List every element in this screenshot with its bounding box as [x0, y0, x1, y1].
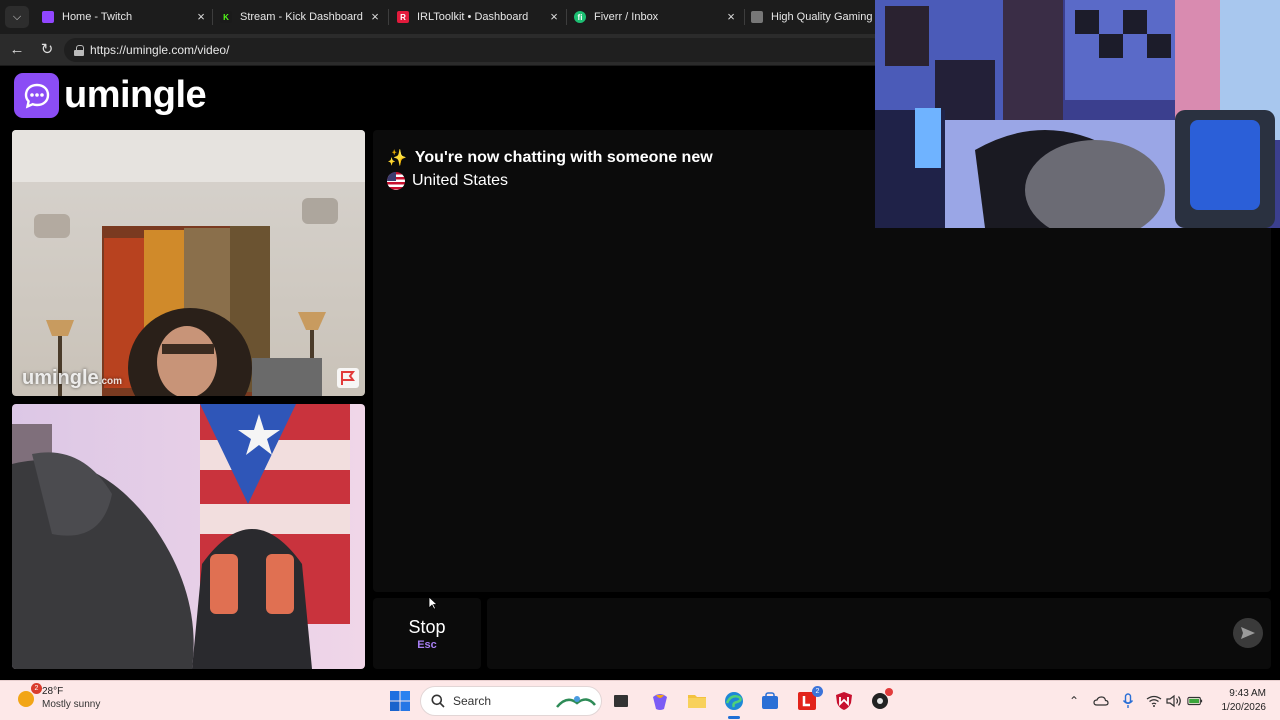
screen: ⌵ Home - Twitch × K Stream - Kick Dashbo… — [0, 0, 1280, 720]
mcafee-shield-icon — [836, 692, 852, 710]
close-tab-icon[interactable]: × — [547, 9, 561, 25]
sparkles-icon: ✨ — [387, 150, 407, 167]
tab-gaming[interactable]: High Quality Gaming Ge — [751, 0, 875, 34]
system-message-text: You're now chatting with someone new — [414, 149, 713, 166]
tab-fiverr[interactable]: fi Fiverr / Inbox × — [574, 0, 738, 34]
tab-kick[interactable]: K Stream - Kick Dashboard × — [220, 0, 382, 34]
streamer-webcam-overlay — [875, 0, 1280, 228]
irltoolkit-icon: R — [397, 11, 409, 23]
stranger-video: umingle.com — [12, 130, 365, 396]
mouse-cursor-icon — [428, 596, 438, 610]
logo-text: umingle — [64, 74, 207, 116]
clock-date: 1/20/2026 — [1221, 702, 1267, 713]
close-tab-icon[interactable]: × — [194, 9, 208, 25]
weather-widget[interactable]: 2 28°F Mostly sunny — [14, 683, 101, 711]
notification-badge: 2 — [812, 686, 823, 697]
stranger-video-feed — [12, 130, 365, 396]
battery-tray-icon[interactable] — [1187, 693, 1203, 709]
search-icon — [431, 694, 445, 708]
status-dot — [885, 688, 893, 696]
reload-icon: ↻ — [40, 41, 54, 58]
reload-button[interactable]: ↻ — [37, 40, 57, 60]
report-flag-icon[interactable] — [337, 368, 359, 388]
mcafee-button[interactable] — [832, 689, 856, 713]
task-view-button[interactable] — [609, 689, 633, 713]
address-bar[interactable]: https://umingle.com/video/ — [64, 38, 884, 62]
microphone-icon — [1122, 693, 1134, 708]
fiverr-icon: fi — [574, 11, 586, 23]
umingle-watermark: umingle.com — [22, 367, 123, 389]
windows-taskbar: 2 28°F Mostly sunny Search 2 ⌃ 9:43 AM 1… — [0, 680, 1280, 720]
speaker-icon — [1166, 694, 1181, 708]
chevron-up-icon: ⌃ — [1068, 694, 1080, 708]
tab-label: High Quality Gaming Ge — [771, 11, 875, 23]
back-button[interactable]: ← — [7, 40, 27, 60]
stop-label: Stop — [408, 616, 446, 637]
tab-label: Home - Twitch — [62, 11, 133, 23]
kick-icon: K — [220, 11, 232, 23]
url-text: https://umingle.com/video/ — [90, 43, 230, 57]
twitch-icon — [42, 11, 54, 23]
arrow-left-icon: ← — [9, 41, 25, 58]
weather-alert-badge: 2 — [31, 683, 42, 694]
copilot-icon — [653, 694, 667, 710]
search-highlight-icon — [556, 696, 596, 708]
tab-label: IRLToolkit • Dashboard — [417, 11, 529, 23]
microsoft-store-button[interactable] — [758, 689, 782, 713]
folder-icon — [688, 695, 706, 708]
store-icon — [762, 692, 778, 709]
cloud-icon — [1093, 696, 1109, 706]
clock-time: 9:43 AM — [1229, 688, 1266, 699]
start-button[interactable] — [388, 689, 412, 713]
self-video — [12, 404, 365, 669]
webcam-feed — [875, 0, 1280, 228]
message-input[interactable] — [487, 598, 1271, 669]
tab-label: Stream - Kick Dashboard — [240, 11, 363, 23]
copilot-button[interactable] — [648, 689, 672, 713]
sun-icon: 2 — [14, 683, 42, 710]
windows-logo-icon — [390, 691, 410, 711]
edge-icon — [725, 692, 743, 710]
search-placeholder: Search — [453, 694, 492, 708]
us-flag-icon — [387, 172, 405, 190]
page-icon — [751, 11, 763, 23]
chevron-down-icon: ⌵ — [12, 10, 22, 23]
stranger-country: United States — [387, 172, 508, 190]
tab-actions-menu-button[interactable]: ⌵ — [5, 6, 29, 28]
battery-icon — [1187, 696, 1203, 706]
wifi-tray-icon[interactable] — [1146, 693, 1162, 709]
country-text: United States — [412, 172, 509, 189]
microphone-tray-icon[interactable] — [1120, 693, 1136, 709]
close-tab-icon[interactable]: × — [368, 9, 382, 25]
task-view-icon — [614, 695, 628, 707]
send-button[interactable] — [1233, 618, 1263, 648]
show-hidden-icons-button[interactable]: ⌃ — [1066, 693, 1082, 709]
weather-temperature: 28°F — [42, 686, 64, 697]
send-icon — [1241, 627, 1255, 639]
taskbar-search[interactable]: Search — [420, 686, 602, 716]
close-tab-icon[interactable]: × — [724, 9, 738, 25]
tab-irltoolkit[interactable]: R IRLToolkit • Dashboard × — [397, 0, 561, 34]
stop-shortcut-hint: Esc — [417, 638, 437, 651]
wifi-icon — [1146, 695, 1162, 707]
game-app-button[interactable] — [868, 688, 893, 713]
self-video-feed — [12, 404, 365, 669]
umingle-logo[interactable]: umingle — [14, 73, 207, 118]
tab-twitch[interactable]: Home - Twitch × — [42, 0, 208, 34]
system-clock[interactable]: 9:43 AM 1/20/2026 — [1222, 687, 1267, 715]
onedrive-tray-icon[interactable] — [1093, 693, 1109, 709]
volume-tray-icon[interactable] — [1166, 693, 1182, 709]
lenovo-vantage-button[interactable]: 2 — [795, 686, 823, 713]
stop-button[interactable]: Stop Esc — [373, 598, 481, 669]
file-explorer-button[interactable] — [685, 689, 709, 713]
weather-condition: Mostly sunny — [42, 699, 101, 710]
site-info-icon[interactable] — [74, 44, 84, 56]
chat-system-message: ✨ You're now chatting with someone new — [387, 148, 713, 168]
tab-label: Fiverr / Inbox — [594, 11, 659, 23]
edge-browser-button[interactable] — [722, 689, 746, 719]
chat-bubble-icon — [14, 73, 59, 118]
